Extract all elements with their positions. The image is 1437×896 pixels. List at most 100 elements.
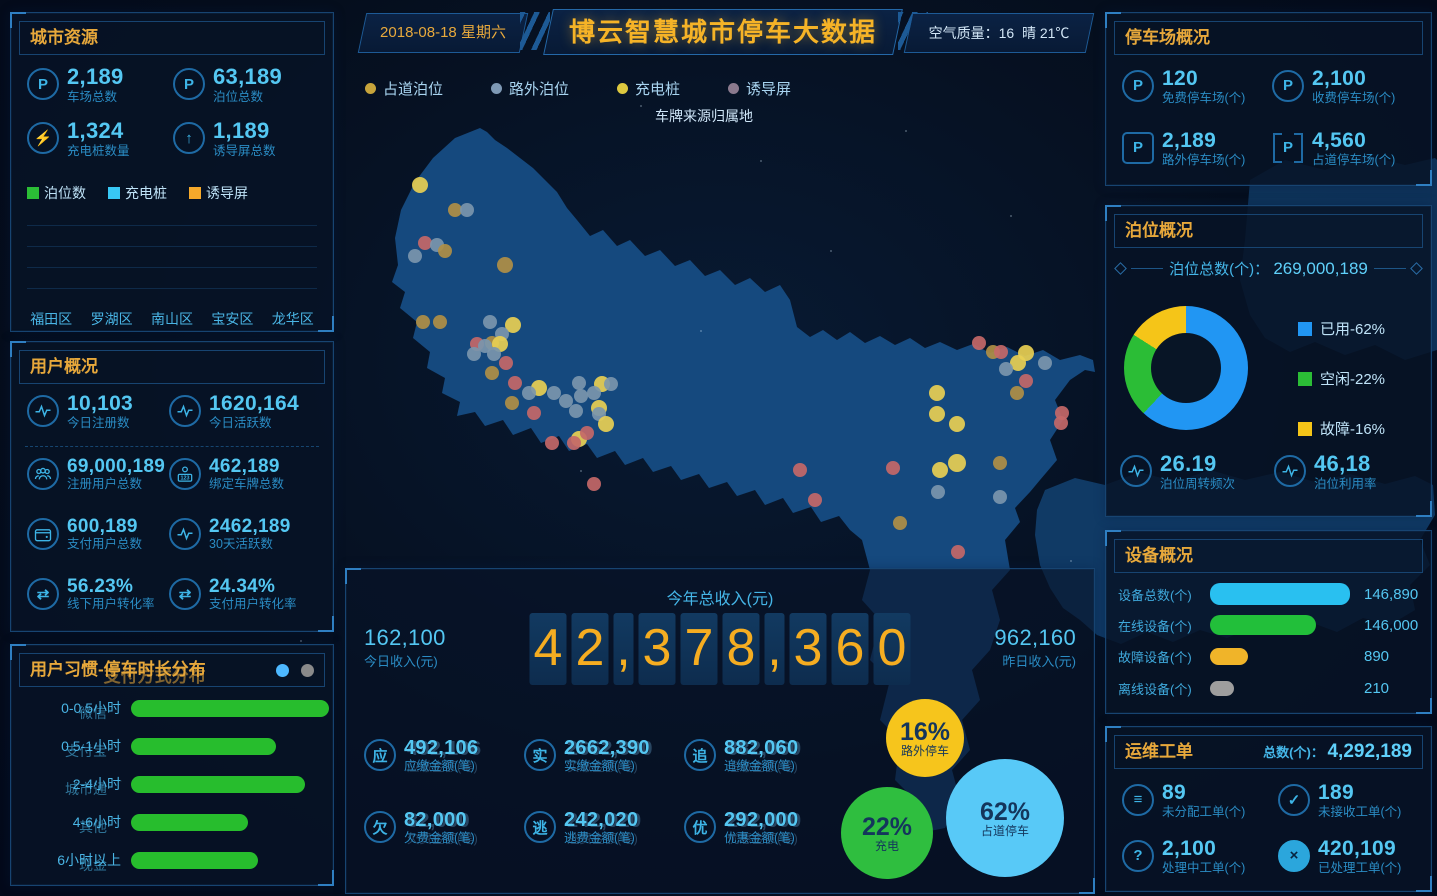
exchange-icon: ⇄ xyxy=(169,578,201,610)
map-point xyxy=(994,345,1008,359)
berth-icon: P xyxy=(173,68,205,100)
panel-title: 用户概况 xyxy=(30,350,98,384)
turnover-icon xyxy=(1120,455,1152,487)
city-resources-chart-legend: 泊位数 充电桩 诱导屏 xyxy=(27,183,248,203)
stat-item: P 2,189 路外停车场(个) xyxy=(1122,129,1245,167)
panel-work-orders-header: 运维工单 总数(个)： 4,292,189 xyxy=(1114,735,1423,769)
device-value: 146,890 xyxy=(1364,586,1418,603)
stat-label: 注册用户总数 xyxy=(67,477,165,491)
map-point xyxy=(545,436,559,450)
charger-icon: ⚡ xyxy=(27,122,59,154)
stat-value: 462,189 xyxy=(209,456,284,477)
users-icon xyxy=(27,458,59,490)
map-legend-dot xyxy=(728,83,739,94)
device-bar-track xyxy=(1210,615,1350,635)
map-point xyxy=(932,462,948,478)
panel-parking-lots: 停车场概况 P 120 免费停车场(个) P 2,100 收费停车场(个) P … xyxy=(1105,12,1432,186)
legend-item: 充电桩 xyxy=(108,183,167,203)
stat-item: × 420,109 已处理工单(个) xyxy=(1278,837,1401,875)
evaded-amount-icon: 逃 xyxy=(524,811,556,843)
wallet-icon xyxy=(27,518,59,550)
axis-label: 龙华区 xyxy=(272,309,314,329)
panel-city-resources: 城市资源 P 2,189 车场总数 P 63,189 泊位总数 ⚡ 1,324 … xyxy=(10,12,334,332)
map-point xyxy=(574,389,588,403)
donut-legend-item: 故障-16% xyxy=(1298,418,1385,439)
stat-label: 绑定车牌总数 xyxy=(209,477,284,491)
berth-donut-chart xyxy=(1124,306,1248,430)
stat-item: 46,18 泊位利用率 xyxy=(1274,452,1377,491)
stat-label: 今日活跃数 xyxy=(209,416,299,430)
stat-item: P 2,100 收费停车场(个) xyxy=(1272,67,1395,105)
panel-user-habit: 用户习惯-停车时长分布支付方式分布 0-0.5小时微信 0.5-1小时支付宝 2… xyxy=(10,644,334,886)
habit-bar xyxy=(131,852,258,869)
star-speck xyxy=(700,330,702,332)
habit-label-ghost: 支付宝 xyxy=(65,741,107,761)
star-speck xyxy=(300,640,302,642)
stat-item: ≡ 89 未分配工单(个) xyxy=(1122,781,1245,819)
income-total-flipboard: 42,378,360 xyxy=(530,613,911,685)
map-point xyxy=(412,177,428,193)
device-label: 在线设备(个) xyxy=(1118,616,1210,635)
berth-total: 泊位总数(个)： 269,000,189 xyxy=(1169,258,1368,279)
legend-item: 泊位数 xyxy=(27,183,86,203)
stat-item: 2462,189 30天活跃数 xyxy=(169,516,291,551)
star-speck xyxy=(905,130,907,132)
berth-total-row: 泊位总数(个)： 269,000,189 xyxy=(1116,258,1421,279)
bubble-label: 占道停车 xyxy=(981,825,1029,838)
title-box: 博云智慧城市停车大数据 xyxy=(543,9,903,55)
pulse-icon xyxy=(169,395,201,427)
panel-title: 运维工单 xyxy=(1125,735,1193,769)
stat-item: ⚡ 1,324 充电桩数量 xyxy=(27,119,130,158)
stat-label: 未分配工单(个) xyxy=(1162,805,1245,819)
stat-item: 123 462,189 绑定车牌总数 xyxy=(169,456,284,491)
stat-item: P 2,189 车场总数 xyxy=(27,65,124,104)
stat-label: 诱导屏总数 xyxy=(213,144,276,158)
stat-value: 2,100 xyxy=(1312,67,1395,91)
flip-digit: 6 xyxy=(832,613,869,685)
flip-digit: , xyxy=(765,613,785,685)
stat-value: 82,000 xyxy=(404,809,475,831)
map-point xyxy=(598,416,614,432)
carousel-dot[interactable] xyxy=(301,664,314,677)
stat-label: 30天活跃数 xyxy=(209,537,291,551)
discount-amount-icon: 优 xyxy=(684,811,716,843)
map-point xyxy=(438,244,452,258)
yesterday-income: 962,160 昨日收入(元) xyxy=(994,625,1076,670)
axis-label: 宝安区 xyxy=(211,309,253,329)
utilization-icon xyxy=(1274,455,1306,487)
panel-title: 城市资源 xyxy=(30,21,98,55)
stat-value: 882,060 xyxy=(724,737,798,759)
stat-item: 优 292,000 优惠金额(笔) xyxy=(684,809,798,845)
stat-label: 优惠金额(笔) xyxy=(724,831,798,845)
pulse-icon xyxy=(169,518,201,550)
bubble-percent: 22% xyxy=(862,814,912,840)
stat-item: 欠 82,000 欠费金额(笔) xyxy=(364,809,475,845)
stat-value: 420,109 xyxy=(1318,837,1401,861)
divider xyxy=(25,446,319,447)
device-bar xyxy=(1210,681,1234,696)
habit-title-prefix: 用户习惯- xyxy=(30,660,104,679)
stat-value: 2,100 xyxy=(1162,837,1245,861)
stat-item: ✓ 189 未接收工单(个) xyxy=(1278,781,1401,819)
line-decor xyxy=(1131,268,1163,269)
unassigned-order-icon: ≡ xyxy=(1122,784,1154,816)
habit-label: 2-4小时城市通 xyxy=(25,774,121,794)
legend-swatch xyxy=(189,187,201,199)
habit-bar xyxy=(131,738,276,755)
stat-label: 免费停车场(个) xyxy=(1162,91,1245,105)
carousel-dot-active[interactable] xyxy=(276,664,289,677)
map-point xyxy=(460,203,474,217)
stat-label: 支付用户转化率 xyxy=(209,597,297,611)
stat-label: 追缴金额(笔) xyxy=(724,759,798,773)
map-point xyxy=(408,249,422,263)
map-point xyxy=(999,362,1013,376)
stat-label: 收费停车场(个) xyxy=(1312,91,1395,105)
stat-value: 63,189 xyxy=(213,65,282,90)
air-quality-text: 空气质量：16 晴 21℃ xyxy=(909,14,1089,52)
income-title: 今年总收入(元) xyxy=(346,585,1094,609)
panel-user-overview-header: 用户概况 xyxy=(19,350,325,384)
panel-parking-lots-header: 停车场概况 xyxy=(1114,21,1423,55)
stat-label: 车场总数 xyxy=(67,90,124,104)
star-speck xyxy=(830,250,832,252)
stat-label: 处理中工单(个) xyxy=(1162,861,1245,875)
